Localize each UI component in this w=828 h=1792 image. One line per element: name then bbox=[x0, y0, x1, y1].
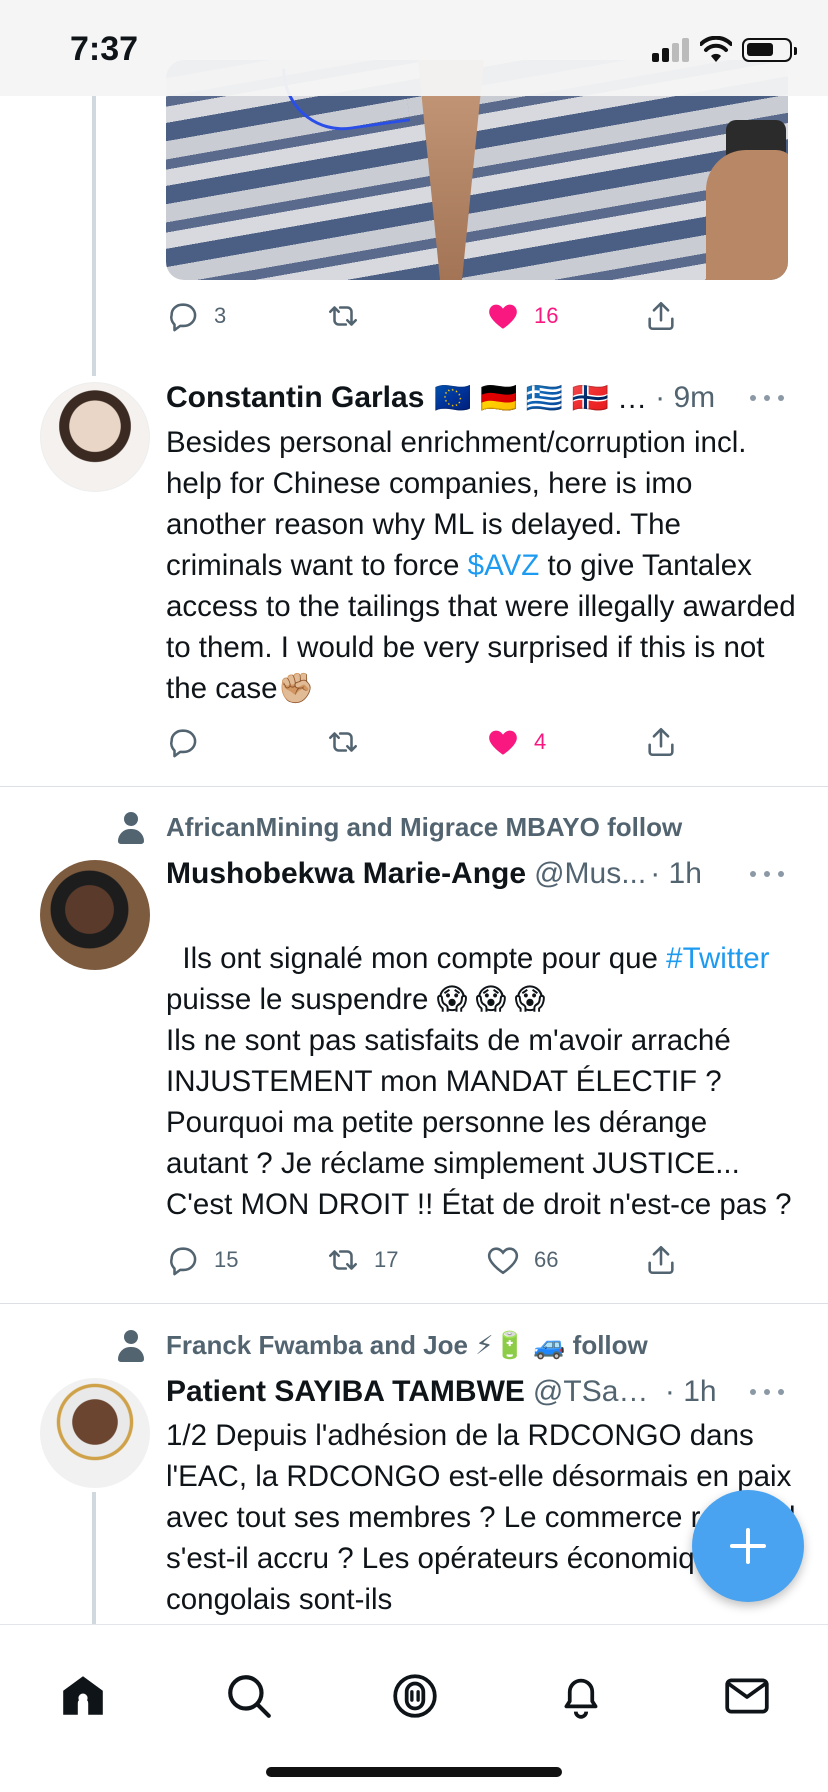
tab-home[interactable] bbox=[58, 1671, 108, 1721]
divider bbox=[0, 1303, 828, 1304]
cellular-signal-icon bbox=[652, 38, 692, 62]
retweet-button[interactable] bbox=[326, 722, 374, 762]
tweet-actions: 3 16 bbox=[166, 296, 686, 336]
tweet-time[interactable]: · 9m bbox=[655, 381, 715, 415]
tweet-header: Patient SAYIBA TAMBWE @TSayi... · 1h bbox=[166, 1372, 786, 1412]
status-bar: 7:37 bbox=[0, 0, 828, 96]
wifi-icon bbox=[700, 36, 732, 62]
display-name[interactable]: Mushobekwa Marie-Ange bbox=[166, 857, 526, 891]
compose-plus-icon bbox=[730, 1528, 766, 1564]
tweet-time[interactable]: · 1h bbox=[650, 857, 702, 891]
retweet-icon bbox=[328, 306, 358, 326]
display-name[interactable]: Constantin Garlas bbox=[166, 381, 424, 415]
thread-line bbox=[92, 96, 96, 376]
reply-count: 3 bbox=[214, 303, 227, 328]
name-emoji: 🇪🇺 🇩🇪 🇬🇷 🇳🇴 … bbox=[434, 381, 648, 415]
retweet-icon bbox=[328, 1250, 358, 1270]
display-name[interactable]: Patient SAYIBA TAMBWE bbox=[166, 1375, 525, 1409]
social-context[interactable]: AfricanMining and Migrace MBAYO follow bbox=[166, 812, 682, 843]
person-icon bbox=[116, 812, 146, 846]
heart-outline-icon bbox=[487, 1247, 519, 1275]
tweet-time[interactable]: · 1h bbox=[665, 1375, 717, 1409]
tab-messages[interactable] bbox=[722, 1671, 772, 1721]
compose-tweet-button[interactable] bbox=[692, 1490, 804, 1602]
reply-button[interactable]: 3 bbox=[166, 296, 226, 336]
social-context[interactable]: Franck Fwamba and Joe ⚡🔋 🚙 follow bbox=[166, 1330, 648, 1361]
tweet-actions: 4 bbox=[166, 722, 686, 762]
tab-notifications[interactable] bbox=[556, 1671, 606, 1721]
more-options-icon[interactable] bbox=[750, 1387, 784, 1397]
thread-line bbox=[92, 1492, 96, 1624]
reply-icon bbox=[170, 729, 197, 758]
tab-search[interactable] bbox=[224, 1671, 274, 1721]
heart-icon bbox=[489, 304, 517, 329]
person-icon bbox=[116, 1330, 146, 1364]
messages-icon bbox=[725, 1678, 769, 1714]
search-icon bbox=[228, 1675, 271, 1718]
tweet-text: Besides personal enrichment/corruption i… bbox=[166, 422, 796, 709]
like-count: 4 bbox=[534, 729, 547, 754]
reply-count: 15 bbox=[214, 1247, 239, 1272]
like-button[interactable]: 16 bbox=[486, 296, 558, 336]
battery-icon bbox=[742, 38, 797, 62]
like-button[interactable]: 4 bbox=[486, 722, 546, 762]
user-handle[interactable]: @Mus... bbox=[534, 857, 646, 891]
tweet-actions: 15 17 66 bbox=[166, 1240, 686, 1280]
tweet-header: Mushobekwa Marie-Ange @Mus... · 1h bbox=[166, 854, 786, 894]
share-button[interactable] bbox=[644, 722, 678, 762]
hashtag-link[interactable]: #Twitter bbox=[666, 942, 769, 975]
reply-icon bbox=[170, 303, 197, 332]
like-count: 16 bbox=[534, 303, 559, 328]
more-options-icon[interactable] bbox=[750, 869, 784, 879]
retweet-count: 17 bbox=[374, 1247, 399, 1272]
retweet-button[interactable] bbox=[326, 296, 374, 336]
share-button[interactable] bbox=[644, 1240, 678, 1280]
more-options-icon[interactable] bbox=[750, 393, 784, 403]
avatar[interactable] bbox=[40, 382, 150, 492]
home-indicator bbox=[266, 1767, 562, 1777]
bottom-tab-bar bbox=[0, 1624, 828, 1792]
home-icon bbox=[63, 1676, 103, 1715]
reply-button[interactable]: 15 bbox=[166, 1240, 238, 1280]
heart-icon bbox=[489, 730, 517, 755]
tab-spaces[interactable] bbox=[390, 1671, 440, 1721]
retweet-button[interactable]: 17 bbox=[326, 1240, 398, 1280]
avatar[interactable] bbox=[40, 860, 150, 970]
like-button[interactable]: 66 bbox=[486, 1240, 558, 1280]
share-icon bbox=[648, 1245, 674, 1275]
like-count: 66 bbox=[534, 1247, 559, 1272]
notifications-icon bbox=[564, 1678, 598, 1719]
spaces-icon bbox=[393, 1674, 437, 1718]
tweet-header: Constantin Garlas 🇪🇺 🇩🇪 🇬🇷 🇳🇴 … · 9m bbox=[166, 378, 786, 418]
tweet-text-part: Ils ont signalé mon compte pour que bbox=[182, 942, 667, 975]
reply-button[interactable] bbox=[166, 722, 214, 762]
tweet-text-part: puisse le suspendre 😱 😱 😱 Ils ne sont pa… bbox=[166, 983, 792, 1221]
share-button[interactable] bbox=[644, 296, 678, 336]
retweet-icon bbox=[328, 732, 358, 752]
share-icon bbox=[648, 727, 674, 757]
status-time: 7:37 bbox=[70, 30, 139, 68]
share-icon bbox=[648, 301, 674, 331]
tweet-text: Ils ont signalé mon compte pour que #Twi… bbox=[166, 897, 796, 1225]
avatar[interactable] bbox=[40, 1378, 150, 1488]
user-handle[interactable]: @TSayi... bbox=[533, 1375, 661, 1409]
divider bbox=[0, 786, 828, 787]
cashtag-link[interactable]: $AVZ bbox=[468, 549, 540, 582]
reply-icon bbox=[170, 1247, 197, 1276]
